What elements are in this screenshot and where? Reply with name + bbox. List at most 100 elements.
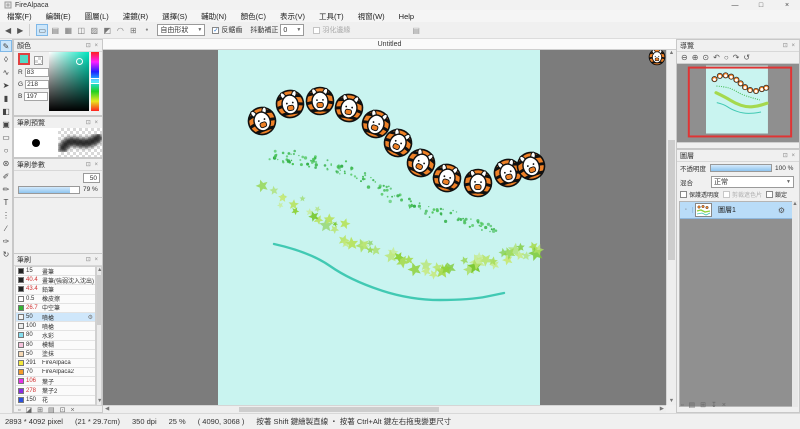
snap-vanishing-icon[interactable]: ▨ [88,24,100,36]
canvas-vscrollbar[interactable]: ▲ ▼ [666,50,676,405]
brush-row[interactable]: 50塗抹 [16,350,95,359]
layer-row[interactable]: ◦ 圖層1 ⚙ [680,202,795,219]
delete-layer-icon[interactable]: × [722,402,726,409]
snap-curve-icon[interactable]: ◠ [114,24,126,36]
rotate-reset-icon[interactable]: ○ [724,53,729,62]
brush-settings-icon[interactable]: ⚙ [88,314,93,321]
menu-item-7[interactable]: 顏色(C) [234,10,273,22]
brush-row[interactable]: 26.7中空筆 [16,304,95,313]
b-input[interactable] [24,92,48,101]
scroll-down-icon[interactable]: ▼ [97,398,101,405]
stabilizer-select[interactable]: 0▼ [280,24,304,36]
canvas-hscrollbar[interactable]: ◀ ▶ [103,405,666,413]
merge-layer-icon[interactable]: ↧ [711,401,717,409]
menu-item-11[interactable]: Help [392,10,421,22]
layer-list-scrollbar[interactable]: ▲ [792,201,798,407]
hand-tool[interactable]: ↻ [0,248,12,260]
zoom-in-icon[interactable]: ⊕ [692,53,699,62]
eyedropper-tool[interactable]: ✑ [0,235,12,247]
brush-row[interactable]: 70FireAlpaca2 [16,368,95,377]
menu-item-9[interactable]: 工具(T) [312,10,351,22]
panel-dock-icons[interactable]: ⊡ × [86,119,99,126]
panel-dock-icons[interactable]: ⊡ × [86,256,99,263]
opacity-slider[interactable] [710,164,772,172]
menu-item-6[interactable]: 輔助(N) [194,10,233,22]
fill-tool[interactable]: ▮ [0,92,12,104]
brush-row[interactable]: 50噴槍⚙ [16,313,95,322]
rotate-cw-icon[interactable]: ↷ [733,53,740,62]
menu-item-2[interactable]: 編輯(E) [39,10,78,22]
snap-vertical-icon[interactable]: ◫ [75,24,87,36]
secondary-color-swatch[interactable] [34,56,43,65]
move-tool[interactable]: ➤ [0,79,12,91]
brush-row[interactable]: 80水彩 [16,331,95,340]
pen-tool[interactable]: ✎ [0,40,12,52]
menu-item-10[interactable]: 視窗(W) [351,10,392,22]
snap-parallel-icon[interactable]: ▤ [49,24,61,36]
stamp-tool[interactable]: ▣ [0,118,12,130]
snap-grid-icon[interactable]: ⊞ [127,24,139,36]
add-layer-icon[interactable]: ▫ [681,402,683,409]
panel-dock-icons[interactable]: ⊡ × [86,161,99,168]
g-input[interactable] [25,80,49,89]
select-pen-tool[interactable]: ✐ [0,170,12,182]
eraser-tool[interactable]: ◊ [0,53,12,65]
scroll-up-icon[interactable]: ▲ [792,201,798,208]
scroll-left-icon[interactable]: ◀ [105,406,109,413]
scroll-up-icon[interactable]: ▲ [667,50,676,57]
menu-item-5[interactable]: 選擇(S) [155,10,194,22]
brush-row[interactable]: 291FireAlpaca [16,359,95,368]
tab-untitled[interactable]: Untitled [378,41,402,48]
scroll-up-icon[interactable]: ▲ [97,267,101,274]
layer-settings-icon[interactable]: ⚙ [778,206,785,215]
scrollbar-thumb[interactable] [239,407,439,412]
brush-row[interactable]: 100噴槍 [16,322,95,331]
snap-cross-icon[interactable]: ▦ [62,24,74,36]
close-button[interactable]: × [774,0,800,10]
panel-dock-icons[interactable]: ⊡ × [86,42,99,49]
maximize-button[interactable]: □ [748,0,774,10]
navigator-thumbnail[interactable] [677,63,799,143]
smudge-tool[interactable]: ∿ [0,66,12,78]
layer-visibility-icon[interactable]: ◦ [680,207,693,213]
canvas-viewport[interactable] [103,50,666,405]
menu-item-3[interactable]: 圖層(L) [78,10,116,22]
operation-tool[interactable]: ⋮ [0,209,12,221]
snap-radial-icon[interactable]: ◩ [101,24,113,36]
blend-select[interactable]: 正常▼ [711,176,794,188]
line-tool[interactable]: ∕ [0,222,12,234]
shape-select[interactable]: 自由形狀▼ [157,24,205,36]
brush-size-slider[interactable] [18,186,80,194]
magic-wand-tool[interactable]: ⊛ [0,157,12,169]
undo-button[interactable]: ◀ [5,26,11,35]
lock-checkbox[interactable]: 鎖定 [766,190,787,199]
scrollbar-thumb[interactable] [668,140,675,260]
menu-item-4[interactable]: 濾鏡(R) [116,10,155,22]
saturation-value-picker[interactable] [49,52,89,111]
layer-folder-icon[interactable]: ▤ [688,401,695,409]
panel-dock-icons[interactable]: ⊡ × [783,152,796,159]
lasso-tool[interactable]: ○ [0,144,12,156]
select-eraser-tool[interactable]: ✏ [0,183,12,195]
antialias-checkbox[interactable]: ✓ 反鋸齒 [212,25,242,35]
panel-dock-icons[interactable]: ⊡ × [783,42,796,49]
brush-row[interactable]: 278葉子2 [16,386,95,395]
menu-item-1[interactable]: 檔案(F) [0,10,39,22]
protect-alpha-checkbox[interactable]: 保護透明度 [680,190,719,199]
fit-view-icon[interactable]: ↺ [743,53,750,62]
zoom-reset-icon[interactable]: ⊙ [702,53,709,62]
brush-list-scrollbar[interactable]: ▲ ▼ [96,266,102,406]
duplicate-layer-icon[interactable]: ⊞ [700,401,706,409]
brush-row[interactable]: 40.4畫筆(強弱沈入沈出) [16,276,95,285]
snap-off-icon[interactable]: ▭ [36,24,48,36]
brush-row[interactable]: 150花 [16,396,95,405]
minimize-button[interactable]: — [722,0,748,10]
menu-item-8[interactable]: 表示(V) [273,10,312,22]
brush-row[interactable]: 80模糊 [16,341,95,350]
rotate-ccw-icon[interactable]: ↶ [713,53,720,62]
toolbar-overflow-icon[interactable]: ▤ [412,26,420,35]
brush-size-value[interactable]: 50 [83,173,100,183]
text-tool[interactable]: T [0,196,12,208]
hue-slider[interactable] [91,52,99,111]
rect-select-tool[interactable]: ▭ [0,131,12,143]
